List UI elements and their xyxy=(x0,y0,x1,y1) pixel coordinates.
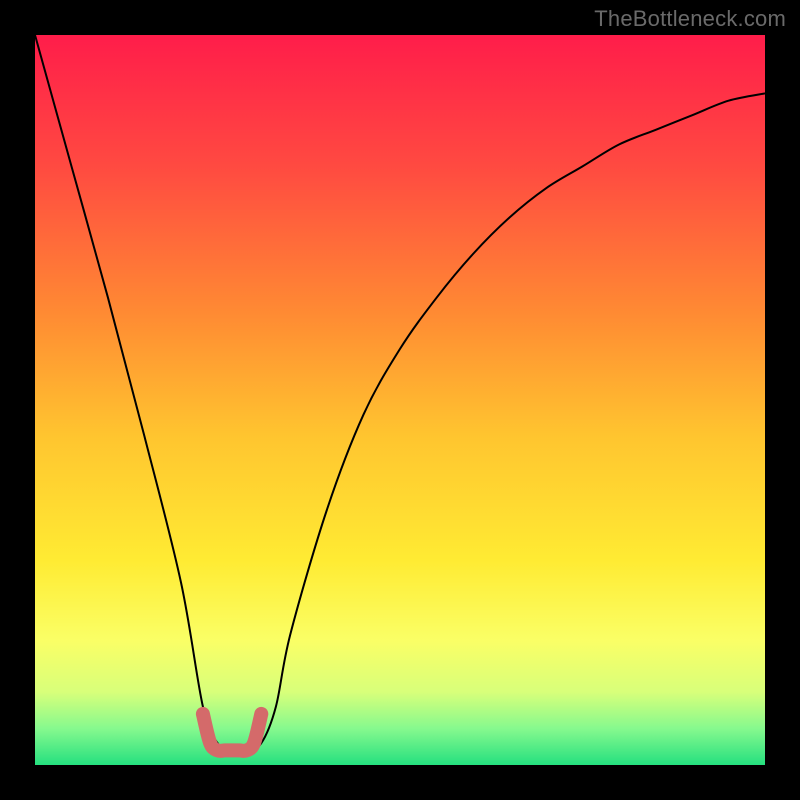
watermark-text: TheBottleneck.com xyxy=(594,6,786,32)
plot-background xyxy=(35,35,765,765)
chart-canvas xyxy=(0,0,800,800)
chart-frame: TheBottleneck.com xyxy=(0,0,800,800)
